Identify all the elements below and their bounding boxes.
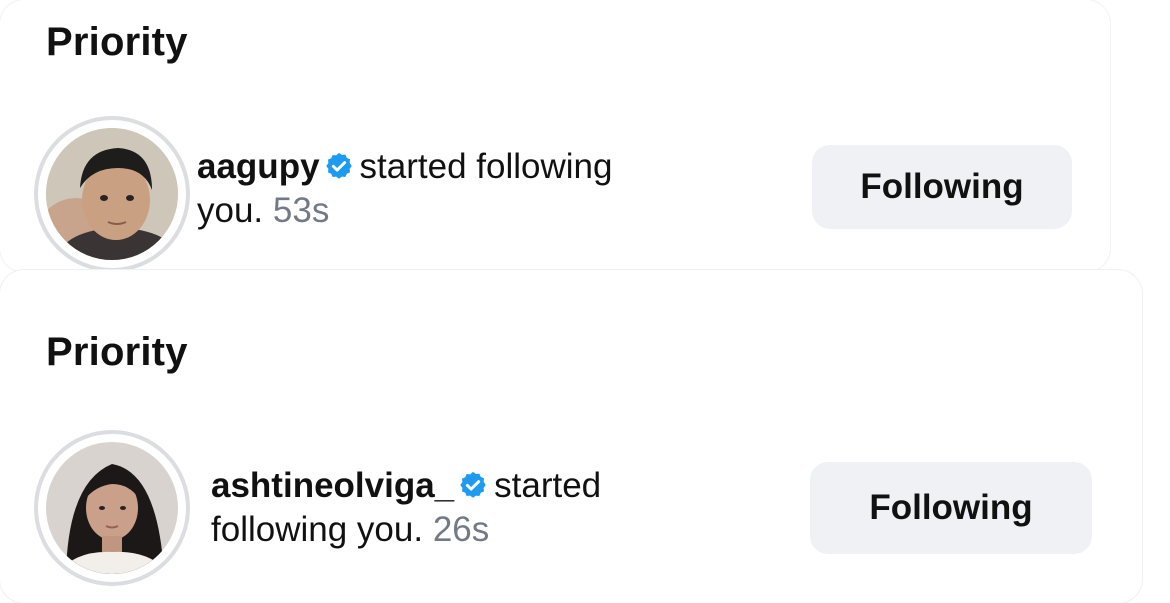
action-continuation: following you. [211,510,424,549]
verified-badge-icon [458,470,488,500]
section-title: Priority [46,20,188,64]
action-text: started following [359,147,613,186]
avatar-ring[interactable] [34,116,190,272]
section-title: Priority [46,330,188,374]
avatar-ring[interactable] [34,430,190,586]
username[interactable]: aagupy [197,147,320,186]
profile-photo [46,128,178,260]
notification-card: Priority ashtineolviga_ started following… [0,270,1142,603]
verified-badge-icon [324,151,354,181]
following-button[interactable]: Following [812,145,1072,229]
action-continuation: you. [197,191,264,230]
notification-text: ashtineolviga_ started following you. 26s [211,464,771,552]
avatar[interactable] [46,442,178,574]
timestamp: 26s [432,510,490,549]
notification-text: aagupy started following you. 53s [197,145,717,233]
notification-card: Priority aagupy started following you. 53… [0,0,1110,272]
username[interactable]: ashtineolviga_ [211,466,454,505]
profile-photo [46,442,178,574]
following-button[interactable]: Following [810,462,1092,554]
avatar[interactable] [46,128,178,260]
timestamp: 53s [272,191,330,230]
action-text: started [494,466,602,505]
